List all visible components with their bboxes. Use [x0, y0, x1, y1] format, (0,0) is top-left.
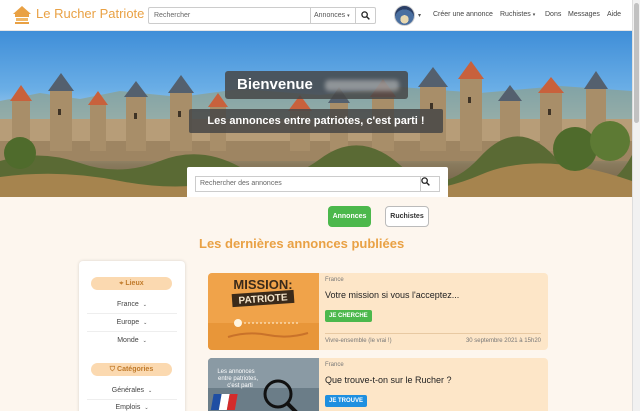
listing-title[interactable]: Votre mission si vous l'acceptez...: [325, 290, 459, 300]
beehive-logo-icon[interactable]: [12, 5, 32, 25]
divider: [87, 399, 177, 400]
place-monde[interactable]: Monde ⌄: [79, 337, 185, 344]
place-label: Europe: [116, 319, 140, 326]
listing-card[interactable]: MISSION: PATRIOTE France Votre mission s…: [208, 273, 548, 350]
donations-link[interactable]: Dons: [545, 11, 561, 18]
place-europe[interactable]: Europe ⌄: [79, 319, 185, 326]
listing-location: Vivre-ensemble (le vrai !): [325, 338, 392, 344]
hero-banner: Bienvenue Les annonces entre patriotes, …: [0, 31, 632, 197]
redacted-username: [325, 80, 399, 91]
hero-search-box: Rechercher des annonces: [187, 167, 448, 197]
divider: [87, 331, 177, 332]
chevron-down-icon: ⌄: [142, 338, 147, 344]
chevron-down-icon[interactable]: ▾: [418, 12, 421, 19]
hero-search-button[interactable]: [421, 176, 440, 192]
chevron-down-icon: ⌄: [143, 320, 148, 326]
search-icon: [421, 177, 430, 186]
create-listing-link[interactable]: Créer une annonce: [433, 11, 493, 18]
scrollbar-thumb[interactable]: [634, 3, 639, 123]
listing-country: France: [325, 277, 344, 283]
tag-icon: ⛉: [109, 366, 116, 373]
brand-name[interactable]: Le Rucher Patriote: [36, 6, 144, 21]
chevron-down-icon: ▾: [347, 13, 350, 19]
top-navbar: Le Rucher Patriote Rechercher Annonces ▾ …: [0, 0, 632, 31]
page-scrollbar[interactable]: [632, 0, 640, 411]
listing-card[interactable]: Les annonces entre patriotes, c'est part…: [208, 358, 548, 411]
image-caption-line1: MISSION:: [233, 277, 292, 292]
place-france[interactable]: France ⌄: [79, 301, 185, 308]
listing-type-badge: JE CHERCHE: [325, 310, 372, 322]
section-title: Les dernières annonces publiées: [199, 236, 405, 251]
categories-header[interactable]: ⛉ Catégories: [91, 363, 172, 376]
listing-type-badge: JE TROUVE: [325, 395, 368, 407]
hero-tagline: Les annonces entre patriotes, c'est part…: [189, 109, 443, 133]
image-caption-line2: entre patriotes,: [218, 376, 258, 382]
chevron-down-icon: ⌄: [142, 302, 147, 308]
tab-annonces[interactable]: Annonces: [328, 206, 371, 227]
places-label: Lieux: [125, 280, 144, 287]
divider: [87, 313, 177, 314]
listing-date: 30 septembre 2021 à 15h20: [465, 338, 541, 344]
search-icon: [361, 11, 370, 20]
category-label: Générales: [111, 387, 145, 394]
beekeepers-label: Ruchistes: [500, 11, 531, 18]
help-link[interactable]: Aide: [607, 11, 621, 18]
place-label: France: [117, 301, 139, 308]
chevron-down-icon: ⌄: [148, 388, 153, 394]
map-pin-icon: ⌖: [119, 280, 124, 287]
listing-image: MISSION: PATRIOTE: [208, 273, 319, 350]
header-search-button[interactable]: [356, 7, 376, 24]
welcome-text: Bienvenue: [237, 76, 313, 93]
header-search-input[interactable]: Rechercher: [148, 7, 311, 24]
user-avatar[interactable]: [394, 5, 415, 26]
welcome-banner: Bienvenue: [225, 71, 408, 99]
listing-title[interactable]: Que trouve-t-on sur le Rucher ?: [325, 375, 452, 385]
chevron-down-icon: ⌄: [144, 405, 149, 411]
messages-link[interactable]: Messages: [568, 11, 600, 18]
image-caption-line1: Les annonces: [217, 369, 254, 375]
category-generales[interactable]: Générales ⌄: [79, 387, 185, 394]
categories-label: Catégories: [117, 366, 154, 373]
beekeepers-menu[interactable]: Ruchistes ▾: [500, 11, 535, 18]
category-emplois[interactable]: Emplois ⌄: [79, 404, 185, 411]
filter-sidebar: ⌖ Lieux France ⌄ Europe ⌄ Monde ⌄ ⛉ Catégo…: [79, 261, 185, 411]
places-header[interactable]: ⌖ Lieux: [91, 277, 172, 290]
divider: [325, 333, 541, 334]
tab-ruchistes[interactable]: Ruchistes: [385, 206, 429, 227]
hero-search-input[interactable]: Rechercher des annonces: [195, 176, 421, 192]
category-label: Emplois: [115, 404, 141, 411]
image-caption-line3: c'est parti: [227, 383, 253, 389]
chevron-down-icon: ▾: [532, 12, 536, 18]
place-label: Monde: [117, 337, 139, 344]
search-scope-select[interactable]: Annonces ▾: [311, 7, 356, 24]
listing-country: France: [325, 362, 344, 368]
listing-image: Les annonces entre patriotes, c'est part…: [208, 358, 319, 411]
